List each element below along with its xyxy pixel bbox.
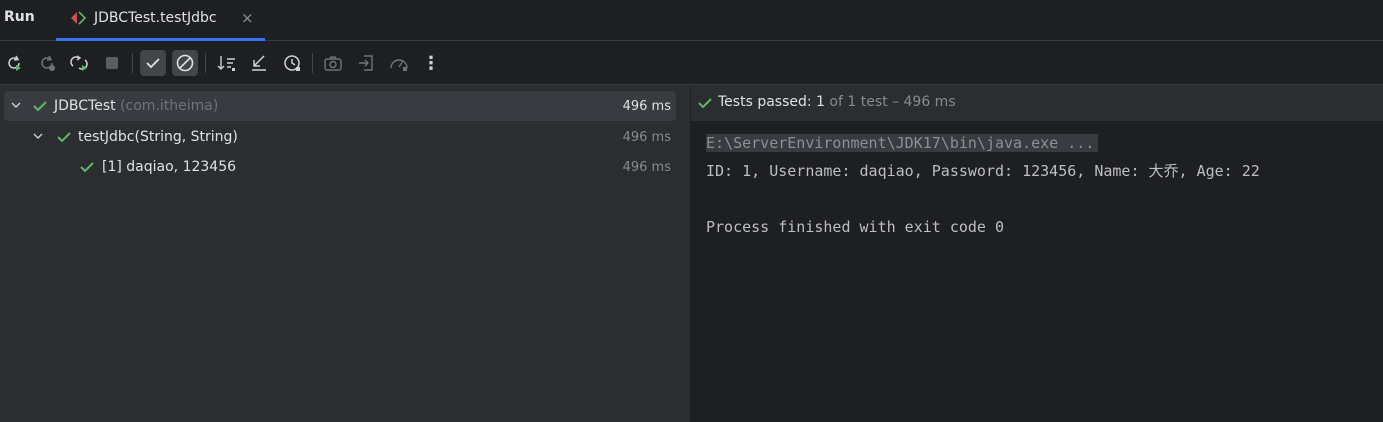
- rerun-failed-icon[interactable]: [34, 50, 60, 76]
- status-detail: of 1 test – 496 ms: [829, 94, 956, 110]
- import-tests-icon[interactable]: [246, 50, 272, 76]
- tree-row-label: JDBCTest: [54, 98, 116, 114]
- export-icon[interactable]: [353, 50, 379, 76]
- show-ignored-icon[interactable]: [172, 50, 198, 76]
- tab-label: JDBCTest.testJdbc: [94, 10, 217, 26]
- tree-row-duration: 496 ms: [622, 130, 671, 145]
- toolbar-separator: [132, 53, 133, 73]
- camera-icon[interactable]: [320, 50, 346, 76]
- tree-row-jdbctest[interactable]: JDBCTest (com.itheima) 496 ms: [4, 91, 676, 121]
- stop-icon[interactable]: [99, 50, 125, 76]
- toolbar-separator: [312, 53, 313, 73]
- console-line: Process finished with exit code 0: [706, 218, 1005, 236]
- console-line: ID: 1, Username: daqiao, Password: 12345…: [706, 162, 1260, 180]
- status-count: 1: [816, 94, 825, 110]
- close-icon[interactable]: ×: [241, 9, 254, 27]
- tree-row-package: (com.itheima): [120, 98, 219, 114]
- tree-row-label: testJdbc(String, String): [78, 129, 238, 145]
- tab-jdbctest-testjdbc[interactable]: JDBCTest.testJdbc ×: [56, 0, 265, 41]
- status-label: Tests passed:: [718, 94, 812, 110]
- toolbar-separator: [205, 53, 206, 73]
- passed-check-icon: [32, 99, 48, 117]
- run-toolbar: ⋮: [0, 41, 1383, 85]
- tree-row-label: [1] daqiao, 123456: [102, 159, 237, 175]
- more-options-glyph: ⋮: [422, 52, 440, 74]
- console-pane: Tests passed: 1 of 1 test – 496 ms E:\Se…: [691, 85, 1383, 422]
- chevron-down-icon[interactable]: [10, 99, 22, 115]
- passed-check-icon: [56, 130, 72, 148]
- test-tree: JDBCTest (com.itheima) 496 ms testJdbc(S…: [0, 85, 690, 422]
- console-command-line[interactable]: E:\ServerEnvironment\JDK17\bin\java.exe …: [706, 134, 1099, 152]
- chevron-down-icon[interactable]: [32, 130, 44, 146]
- tree-row-testjdbc[interactable]: testJdbc(String, String) 496 ms: [4, 122, 676, 152]
- passed-check-icon: [79, 160, 95, 178]
- toggle-auto-test-icon[interactable]: [66, 50, 92, 76]
- tree-row-duration: 496 ms: [622, 99, 671, 114]
- tool-window-header: Run JDBCTest.testJdbc ×: [0, 0, 1383, 41]
- tree-row-duration: 496 ms: [622, 160, 671, 175]
- passed-check-icon: [697, 96, 713, 114]
- sort-alphabetically-icon[interactable]: [214, 50, 240, 76]
- more-options-icon[interactable]: ⋮: [418, 50, 444, 76]
- console-output[interactable]: E:\ServerEnvironment\JDK17\bin\java.exe …: [706, 129, 1260, 241]
- show-passed-icon[interactable]: [140, 50, 166, 76]
- rerun-icon[interactable]: [1, 50, 27, 76]
- test-status-text: Tests passed: 1 of 1 test – 496 ms: [718, 94, 956, 110]
- tree-row-daqiao[interactable]: [1] daqiao, 123456 496 ms: [4, 152, 676, 182]
- run-title: Run: [4, 9, 35, 25]
- test-status-bar: Tests passed: 1 of 1 test – 496 ms: [691, 85, 1383, 121]
- coverage-icon[interactable]: [386, 50, 412, 76]
- test-history-icon[interactable]: [279, 50, 305, 76]
- junit-icon: [70, 10, 90, 30]
